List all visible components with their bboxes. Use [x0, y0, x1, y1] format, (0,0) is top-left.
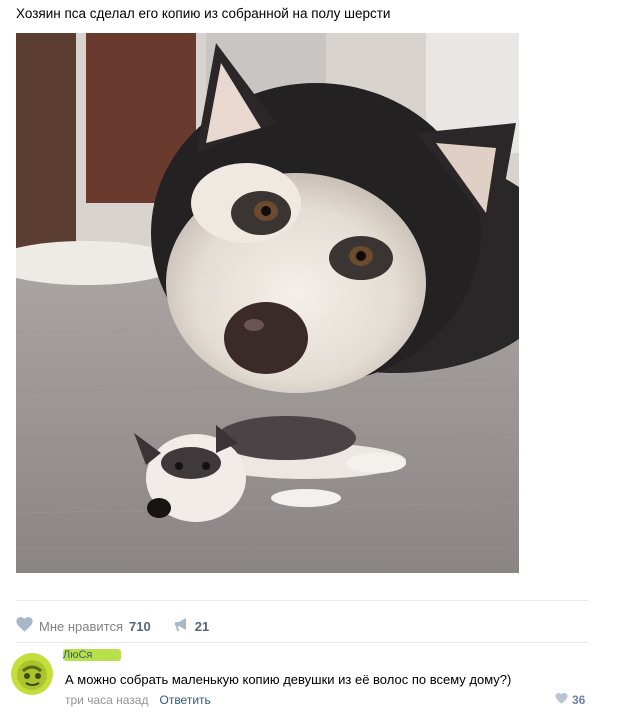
husky-photo-illustration	[16, 33, 519, 573]
heart-icon	[16, 617, 33, 635]
comment-author-name[interactable]: ЛюСя	[63, 649, 121, 661]
post-separator	[16, 600, 588, 601]
heart-icon	[555, 693, 568, 707]
share-button[interactable]: 21	[173, 617, 209, 635]
commenter-avatar[interactable]	[11, 653, 53, 695]
comment-time[interactable]: три часа назад	[65, 693, 148, 707]
post-photo[interactable]	[16, 33, 519, 573]
like-label: Мне нравится	[39, 618, 124, 634]
comment-text: А можно собрать маленькую копию девушки …	[65, 672, 512, 687]
comments-separator	[16, 642, 588, 643]
like-button[interactable]: Мне нравится 710	[16, 617, 151, 635]
comment-meta: три часа назад Ответить	[65, 693, 211, 707]
comment-like-count: 36	[572, 693, 586, 707]
share-count: 21	[194, 618, 210, 634]
megaphone-icon	[173, 617, 189, 635]
comment-like-button[interactable]: 36	[555, 693, 585, 707]
comment-author-text: ЛюСя	[63, 649, 93, 661]
post-actions: Мне нравится 710 21	[16, 617, 209, 635]
reply-button[interactable]: Ответить	[159, 693, 210, 707]
post-text: Хозяин пса сделал его копию из собранной…	[16, 6, 391, 21]
like-count: 710	[129, 618, 151, 634]
